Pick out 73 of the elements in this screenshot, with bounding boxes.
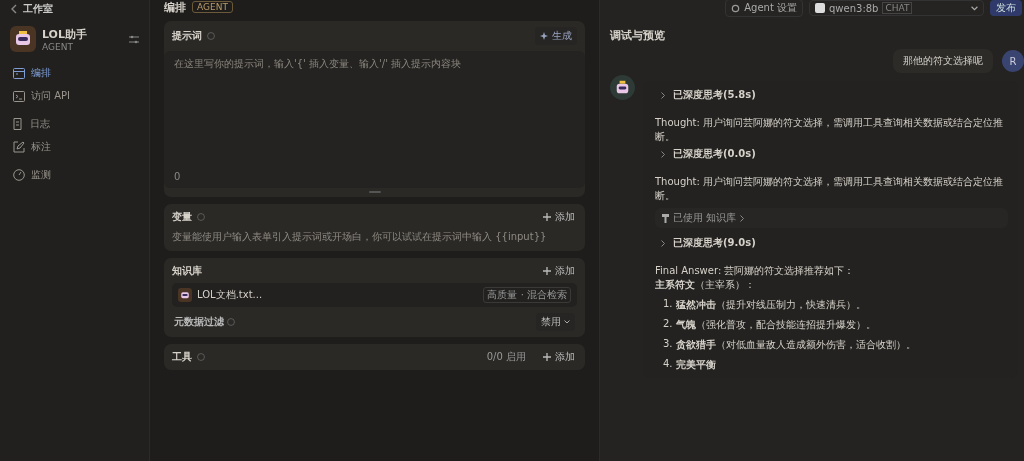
robot-avatar-icon <box>610 75 635 100</box>
add-button[interactable]: 添加 <box>541 264 577 278</box>
sidebar-item[interactable]: 访问 API <box>10 87 139 105</box>
list-number: 2. <box>663 318 673 331</box>
chevron-right-icon <box>740 214 745 222</box>
filter-dropdown[interactable]: 禁用 <box>536 313 575 331</box>
add-button[interactable]: 添加 <box>541 210 577 224</box>
document-icon <box>13 118 24 130</box>
metadata-filter-label: 元数据过滤 <box>174 315 224 329</box>
tool-icon <box>662 213 669 223</box>
file-name: LOL文档.txt... <box>197 288 263 302</box>
answer-text: 主系符文（主宰系）： <box>655 278 756 292</box>
back-icon[interactable] <box>10 4 18 14</box>
sidebar-item[interactable]: 标注 <box>10 138 139 156</box>
panel-title: 变量 <box>172 210 192 224</box>
list-item-text: 贪欲猎手（对低血量敌人造成额外伤害，适合收割）。 <box>675 338 916 352</box>
prompt-input[interactable]: 在这里写你的提示词，输入'{' 插入变量、输入'/' 插入提示内容块 <box>174 57 575 171</box>
thought-text: Thought: 用户询问芸阿娜的符文选择，需调用工具查询相关数据或结合定位推断。 <box>655 175 1005 203</box>
page-title: 编排 <box>164 0 186 15</box>
list-item-text: 气魄（强化普攻，配合技能连招提升爆发）。 <box>675 318 876 332</box>
chevron-right-icon <box>661 150 665 158</box>
resize-handle[interactable] <box>368 191 381 193</box>
workspace-link[interactable]: 工作室 <box>23 2 53 16</box>
character-count: 0 <box>174 171 182 182</box>
gauge-icon <box>13 169 25 181</box>
layout-icon <box>13 67 25 79</box>
panel-title: 知识库 <box>172 264 202 278</box>
robot-avatar-icon <box>178 288 192 302</box>
switch-icon[interactable] <box>129 34 139 44</box>
edit-icon <box>13 141 25 153</box>
list-item-text: 猛然冲击（提升对线压制力，快速清兵）。 <box>675 298 866 312</box>
agent-settings-button[interactable]: Agent 设置 <box>725 0 803 17</box>
user-avatar: R <box>1002 50 1024 72</box>
variables-hint: 变量能使用户输入表单引入提示词或开场白，你可以试试在提示词中输入 {{input}} <box>172 230 548 243</box>
add-button[interactable]: 添加 <box>541 350 577 364</box>
sidebar-item[interactable]: 日志 <box>10 115 139 133</box>
tools-count: 0/0 启用 <box>486 350 526 364</box>
thought-text: Thought: 用户询问芸阿娜的符文选择，需调用工具查询相关数据或结合定位推断。 <box>655 116 1005 144</box>
model-icon <box>815 3 825 13</box>
plus-icon <box>543 267 551 275</box>
prompt-field[interactable]: 在这里写你的提示词，输入'{' 插入变量、输入'/' 插入提示内容块 0 <box>164 51 585 188</box>
chevron-right-icon <box>661 91 665 99</box>
app-type: AGENT <box>42 41 74 52</box>
thinking-toggle[interactable]: 已深度思考(9.0s) <box>655 236 1008 250</box>
app-name: LOL助手 <box>42 26 88 42</box>
thinking-toggle[interactable]: 已深度思考(0.0s) <box>655 147 1008 161</box>
list-number: 4. <box>663 358 673 371</box>
retrieval-tag: 高质量 · 混合检索 <box>483 287 571 303</box>
list-number: 1. <box>663 298 673 311</box>
sidebar-item[interactable]: 监测 <box>10 166 139 184</box>
terminal-icon <box>13 90 25 102</box>
plus-icon <box>543 213 551 221</box>
generate-button[interactable]: 生成 <box>535 27 577 45</box>
publish-button[interactable]: 发布 <box>990 0 1022 16</box>
sparkle-icon <box>540 31 549 41</box>
chevron-right-icon <box>661 239 665 247</box>
robot-avatar-icon <box>10 26 36 52</box>
thinking-toggle[interactable]: 已深度思考(5.8s) <box>655 88 1008 102</box>
chat-title: 调试与预览 <box>610 28 666 43</box>
chevron-down-icon <box>971 5 978 11</box>
tool-usage-chip[interactable]: 已使用 知识库 <box>655 208 1008 228</box>
list-item-text: 完美平衡 <box>675 358 716 372</box>
panel-title: 提示词 <box>172 29 202 43</box>
list-number: 3. <box>663 338 673 351</box>
model-selector[interactable]: qwen3:8b CHAT <box>809 0 984 16</box>
user-message: 那他的符文选择呢 <box>893 49 993 73</box>
knowledge-file[interactable]: LOL文档.txt... 高质量 · 混合检索 <box>172 283 577 307</box>
agent-badge: AGENT <box>192 1 233 13</box>
plus-icon <box>543 353 551 361</box>
chevron-down-icon <box>564 320 570 324</box>
panel-title: 工具 <box>172 350 192 364</box>
answer-text: Final Answer: 芸阿娜的符文选择推荐如下： <box>655 264 856 278</box>
sidebar-item[interactable]: 编排 <box>10 64 139 82</box>
